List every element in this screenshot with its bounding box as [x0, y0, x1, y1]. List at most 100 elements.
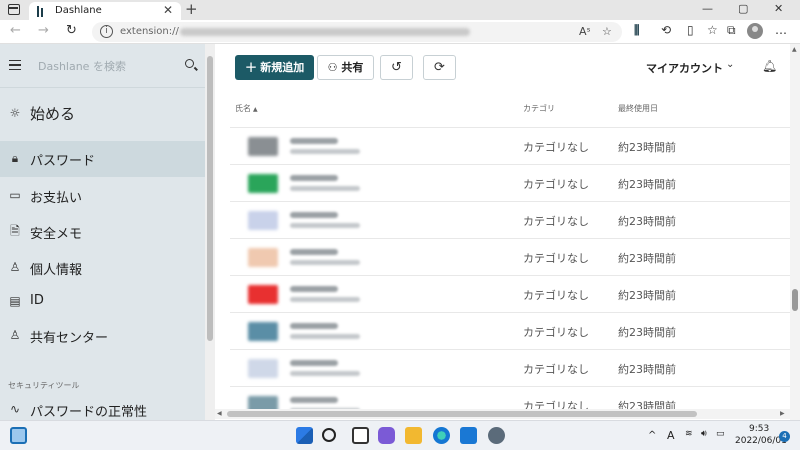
main-scroll-thumb[interactable] [792, 289, 798, 311]
sidebar-item-secure-notes[interactable]: 🗎︎ 安全メモ [0, 214, 205, 250]
info-icon[interactable]: i [100, 25, 113, 38]
column-header-last-used[interactable]: 最終使用日 [618, 103, 658, 114]
menu-icon[interactable] [9, 60, 21, 70]
close-window-button[interactable]: ✕ [774, 2, 783, 15]
site-name-blurred [290, 323, 338, 329]
my-account-menu[interactable]: マイアカウント [646, 60, 723, 76]
settings-gear-icon[interactable] [488, 427, 505, 444]
store-icon[interactable] [460, 427, 477, 444]
sidebar-item-sharing-center[interactable]: ♙ 共有センター [0, 318, 205, 354]
url-field[interactable]: i extension:// Aˢ ☆ [92, 22, 622, 42]
sidebar-scrollbar[interactable] [205, 44, 215, 420]
show-hidden-icons-chevron[interactable]: ^ [648, 430, 656, 441]
add-new-button[interactable]: + 新規追加 [235, 55, 314, 80]
chevron-down-icon[interactable]: ⌄ [726, 59, 734, 70]
sidebar-item-payments[interactable]: ▭ お支払い [0, 178, 205, 214]
tab-close-icon[interactable]: ✕ [163, 3, 173, 17]
history-icon: ↺ [391, 60, 402, 75]
back-button[interactable]: ← [10, 23, 21, 38]
row-last-used: 約23時間前 [618, 141, 676, 154]
task-view-icon[interactable] [352, 427, 369, 444]
battery-icon[interactable]: ▭ [716, 429, 725, 439]
id-card-icon: ▤ [9, 294, 21, 308]
search-input[interactable] [38, 58, 168, 74]
browser-tab[interactable]: Dashlane ✕ [29, 2, 181, 20]
scroll-right-arrow[interactable]: ▶ [780, 410, 785, 417]
maximize-button[interactable]: ▢ [738, 2, 748, 15]
tab-actions-icon[interactable] [8, 4, 20, 15]
scroll-up-arrow[interactable]: ▲ [792, 46, 797, 53]
credential-row[interactable]: カテゴリなし 約23時間前 [230, 349, 790, 386]
favorites-icon[interactable]: ☆ [707, 23, 718, 37]
favorite-star-icon[interactable]: ☆ [602, 25, 612, 38]
profile-avatar[interactable] [747, 23, 763, 39]
ime-indicator[interactable]: A [667, 429, 675, 442]
read-aloud-icon[interactable]: Aˢ [579, 25, 591, 38]
credential-row[interactable]: カテゴリなし 約23時間前 [230, 164, 790, 201]
horizontal-scroll-thumb[interactable] [227, 411, 697, 417]
site-name-blurred [290, 397, 338, 403]
site-logo-icon [248, 248, 278, 267]
column-header-name[interactable]: 氏名 ▲ [235, 103, 258, 114]
horizontal-scrollbar[interactable]: ◀ ▶ [215, 409, 790, 419]
minimize-button[interactable]: — [702, 2, 713, 15]
person-icon: ♙ [9, 260, 21, 274]
teams-chat-icon[interactable] [378, 427, 395, 444]
site-login-blurred [290, 186, 360, 191]
sidebar-item-passwords[interactable]: 🔒︎ パスワード [0, 141, 205, 177]
credential-row[interactable]: カテゴリなし 約23時間前 [230, 201, 790, 238]
credential-row[interactable]: カテゴリなし 約23時間前 [230, 238, 790, 275]
refresh-button[interactable]: ↻ [66, 23, 77, 38]
history-button[interactable]: ↺ [380, 55, 413, 80]
site-name-blurred [290, 212, 338, 218]
site-logo-icon [248, 137, 278, 156]
sidebar-item-getting-started[interactable]: ☼ 始める [0, 96, 205, 132]
start-menu-icon[interactable] [296, 427, 313, 444]
site-login-blurred [290, 149, 360, 154]
row-last-used: 約23時間前 [618, 289, 676, 302]
site-logo-icon [248, 285, 278, 304]
toolbar: + 新規追加 ⚇ 共有 ↺ ⟳ マイアカウント ⌄ 🔔︎ [215, 44, 800, 90]
credential-row[interactable]: カテゴリなし 約23時間前 [230, 275, 790, 312]
row-last-used: 約23時間前 [618, 215, 676, 228]
file-explorer-icon[interactable] [405, 427, 422, 444]
volume-icon[interactable]: 🔊︎ [701, 429, 707, 439]
sidebar-item-label: 安全メモ [30, 227, 83, 242]
forward-button[interactable]: → [38, 23, 49, 38]
add-new-label: 新規追加 [260, 61, 305, 74]
share-label: 共有 [341, 61, 364, 74]
more-menu-icon[interactable]: … [775, 23, 787, 37]
collections-icon[interactable]: ⧉ [727, 23, 736, 38]
card-icon: ▭ [9, 188, 21, 202]
dashlane-extension-icon[interactable]: ⫼ [634, 23, 640, 38]
sidebar-scroll-thumb[interactable] [207, 56, 213, 341]
site-logo-icon [248, 322, 278, 341]
sidebar-item-label: 共有センター [30, 331, 109, 346]
site-name-blurred [290, 175, 338, 181]
clock-time[interactable]: 9:53 [749, 424, 769, 434]
edge-browser-icon[interactable] [433, 427, 450, 444]
column-header-category[interactable]: カテゴリ [523, 103, 555, 114]
split-screen-icon[interactable]: ▯ [687, 23, 694, 37]
sort-arrow-icon[interactable]: ▲ [253, 106, 258, 113]
new-tab-button[interactable]: + [185, 0, 198, 18]
sync-button[interactable]: ⟳ [423, 55, 456, 80]
sidebar-item-password-health[interactable]: ∿ パスワードの正常性 [0, 392, 205, 420]
search-icon[interactable] [185, 59, 194, 68]
row-category: カテゴリなし [523, 363, 589, 376]
bell-icon[interactable]: 🔔︎ [762, 59, 777, 73]
wifi-icon[interactable]: ≋ [685, 429, 693, 439]
credential-row[interactable]: カテゴリなし 約23時間前 [230, 312, 790, 349]
credential-row[interactable]: カテゴリなし 約23時間前 [230, 127, 790, 164]
sidebar-item-ids[interactable]: ▤ ID [0, 284, 205, 320]
sidebar-section-security-tools: セキュリティツール [8, 381, 80, 390]
sidebar-item-personal-info[interactable]: ♙ 個人情報 [0, 250, 205, 286]
share-button[interactable]: ⚇ 共有 [317, 55, 374, 80]
scroll-left-arrow[interactable]: ◀ [217, 410, 222, 417]
search-taskbar-icon[interactable] [322, 428, 336, 442]
widgets-icon[interactable] [10, 427, 27, 444]
sync-icon: ⟳ [434, 60, 445, 75]
extension-icon[interactable]: ⟲ [661, 23, 671, 37]
notification-badge[interactable]: 4 [779, 431, 790, 442]
main-scrollbar[interactable]: ▲ [790, 44, 800, 420]
